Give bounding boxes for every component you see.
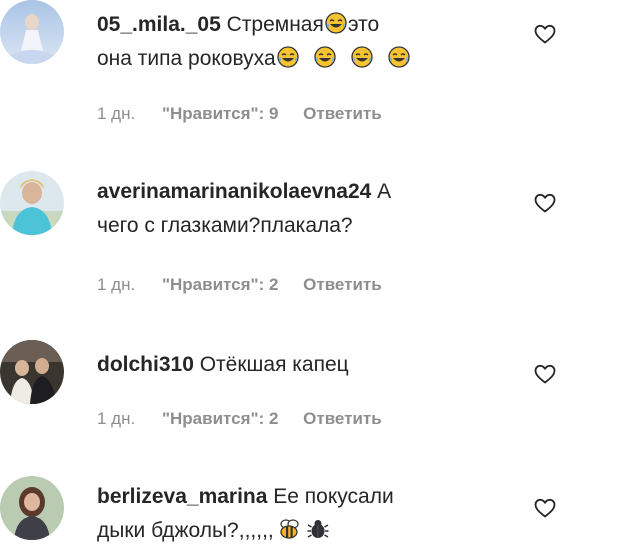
reply-button[interactable]: Ответить	[303, 104, 382, 124]
heart-outline-icon[interactable]	[533, 191, 557, 215]
tears-of-joy-emoji	[276, 46, 299, 68]
reply-button[interactable]: Ответить	[303, 275, 382, 295]
comment-time[interactable]: 1 дн.	[97, 409, 135, 429]
comment-body: дыки бджолы?,,,,,,	[97, 519, 274, 542]
heart-outline-icon[interactable]	[533, 22, 557, 46]
likes-count[interactable]: "Нравится": 2	[162, 409, 278, 429]
comment-text: averinamarinanikolaevna24 А чего с глазк…	[97, 175, 497, 243]
comment-body: Отёкшая капец	[199, 353, 349, 376]
tears-of-joy-emoji	[387, 46, 410, 68]
comment-body: А	[377, 180, 392, 203]
likes-count[interactable]: "Нравится": 9	[162, 104, 278, 124]
tears-of-joy-emoji	[313, 46, 336, 68]
comment-text: dolchi310 Отёкшая капец	[97, 348, 497, 382]
likes-count[interactable]: "Нравится": 2	[162, 275, 278, 295]
comment-body: это	[347, 13, 380, 36]
bee-emoji	[278, 518, 300, 540]
comment-body: Стремная	[226, 13, 324, 36]
username[interactable]: berlizeva_marina	[97, 485, 267, 508]
tears-of-joy-emoji	[325, 12, 347, 34]
bug-emoji	[307, 518, 329, 540]
avatar[interactable]	[0, 171, 64, 235]
avatar[interactable]	[0, 0, 64, 64]
heart-outline-icon[interactable]	[533, 362, 557, 386]
avatar[interactable]	[0, 476, 64, 540]
heart-outline-icon[interactable]	[533, 496, 557, 520]
comment-meta: 1 дн. "Нравится": 2 Ответить	[97, 275, 382, 295]
comment-text: berlizeva_marina Ее покусали дыки бджолы…	[97, 480, 497, 548]
comment-meta: 1 дн. "Нравится": 9 Ответить	[97, 104, 382, 124]
comment-time[interactable]: 1 дн.	[97, 275, 135, 295]
reply-button[interactable]: Ответить	[303, 409, 382, 429]
comment-body: Ее покусали	[273, 485, 394, 508]
avatar[interactable]	[0, 340, 64, 404]
tears-of-joy-emoji	[350, 46, 373, 68]
comment-meta: 1 дн. "Нравится": 2 Ответить	[97, 409, 382, 429]
comment-time[interactable]: 1 дн.	[97, 104, 135, 124]
comment-text: 05_.mila._05 Стремная это она типа рокову…	[97, 8, 497, 76]
username[interactable]: 05_.mila._05	[97, 13, 221, 36]
username[interactable]: dolchi310	[97, 353, 194, 376]
comment-body: чего с глазками?плакала?	[97, 214, 353, 237]
username[interactable]: averinamarinanikolaevna24	[97, 180, 371, 203]
comment-body: она типа роковуха	[97, 47, 276, 70]
